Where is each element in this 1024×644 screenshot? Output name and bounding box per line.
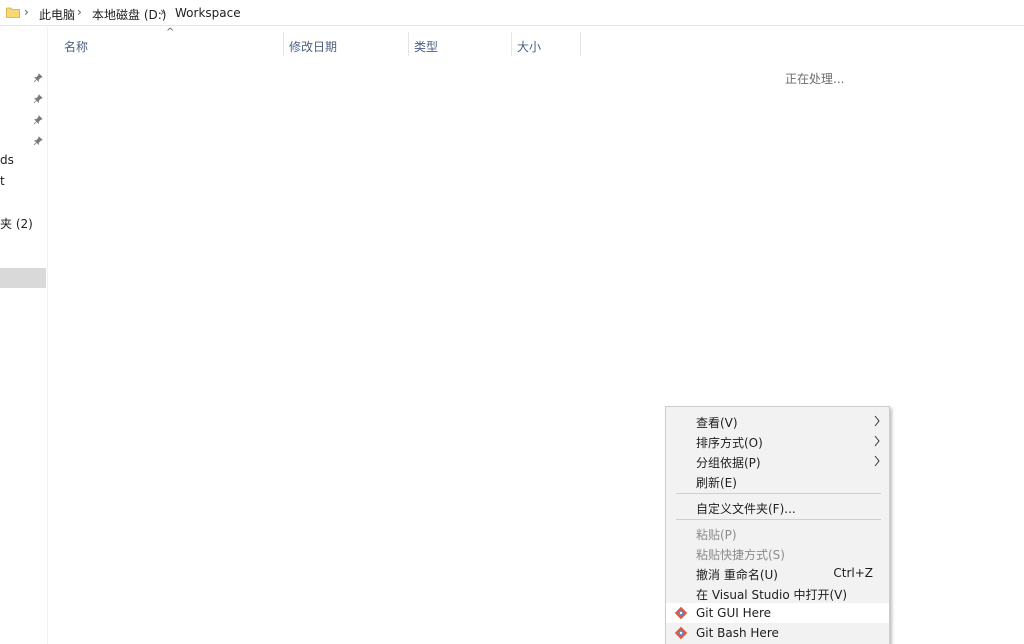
menu-item-customize-folder[interactable]: 自定义文件夹(F)... — [666, 497, 889, 517]
menu-item-git-gui-here[interactable]: Git GUI Here — [666, 603, 889, 623]
column-header-type[interactable]: 类型 — [414, 38, 438, 55]
navigation-pane: ds t 夹 (2) — [0, 27, 48, 644]
menu-item-paste-shortcut: 粘贴快捷方式(S) — [666, 543, 889, 563]
menu-item-label: 粘贴快捷方式(S) — [696, 548, 785, 562]
menu-item-paste: 粘贴(P) — [666, 523, 889, 543]
menu-item-label: 粘贴(P) — [696, 528, 737, 542]
menu-item-refresh[interactable]: 刷新(E) — [666, 471, 889, 491]
menu-separator — [676, 519, 881, 520]
git-icon — [674, 626, 688, 640]
chevron-right-icon — [874, 415, 880, 427]
sort-ascending-icon: ^ — [166, 27, 175, 38]
nav-item-selected[interactable] — [0, 268, 46, 288]
column-divider[interactable] — [283, 32, 284, 56]
pin-icon[interactable] — [33, 94, 43, 104]
menu-item-label: 在 Visual Studio 中打开(V) — [696, 588, 848, 602]
column-divider[interactable] — [408, 32, 409, 56]
menu-item-view[interactable]: 查看(V) — [666, 411, 889, 431]
chevron-right-icon — [874, 435, 880, 447]
menu-item-label: Git Bash Here — [696, 626, 779, 640]
context-menu: 查看(V) 排序方式(O) 分组依据(P) 刷新(E) 自定义文件夹(F)...… — [665, 406, 890, 644]
breadcrumb-local-disk[interactable]: 本地磁盘 (D:) — [92, 6, 166, 23]
chevron-right-icon[interactable]: › — [77, 5, 82, 19]
column-header-name[interactable]: 名称 — [64, 38, 88, 55]
pin-icon[interactable] — [33, 115, 43, 125]
breadcrumb-workspace[interactable]: Workspace — [175, 6, 241, 20]
nav-item-documents[interactable]: t — [0, 174, 5, 188]
pin-icon[interactable] — [33, 73, 43, 83]
menu-item-label: 自定义文件夹(F)... — [696, 502, 796, 516]
menu-item-group-by[interactable]: 分组依据(P) — [666, 451, 889, 471]
column-header-modified[interactable]: 修改日期 — [289, 38, 337, 55]
address-bar[interactable]: › 此电脑 › 本地磁盘 (D:) › Workspace — [0, 0, 1024, 26]
menu-item-label: Git GUI Here — [696, 606, 772, 620]
menu-item-label: 刷新(E) — [696, 476, 737, 490]
file-explorer-window: › 此电脑 › 本地磁盘 (D:) › Workspace ds t 夹 (2)… — [0, 0, 1024, 644]
column-header-size[interactable]: 大小 — [517, 38, 541, 55]
git-icon — [674, 606, 688, 620]
menu-item-open-in-visual-studio[interactable]: 在 Visual Studio 中打开(V) — [666, 583, 889, 603]
menu-item-undo-rename[interactable]: 撤消 重命名(U) Ctrl+Z — [666, 563, 889, 583]
nav-item-folder[interactable]: 夹 (2) — [0, 215, 33, 232]
chevron-right-icon[interactable]: › — [24, 5, 29, 19]
column-divider[interactable] — [580, 32, 581, 56]
nav-item-downloads[interactable]: ds — [0, 153, 14, 167]
menu-item-shortcut: Ctrl+Z — [833, 566, 873, 580]
menu-item-git-bash-here[interactable]: Git Bash Here — [666, 623, 889, 643]
column-divider[interactable] — [511, 32, 512, 56]
menu-item-label: 查看(V) — [696, 416, 738, 430]
chevron-right-icon — [874, 455, 880, 467]
menu-separator — [676, 493, 881, 494]
menu-item-sort-by[interactable]: 排序方式(O) — [666, 431, 889, 451]
folder-icon — [6, 7, 20, 18]
menu-item-label: 排序方式(O) — [696, 436, 763, 450]
processing-status: 正在处理... — [785, 72, 845, 86]
menu-item-label: 分组依据(P) — [696, 456, 761, 470]
breadcrumb-this-pc[interactable]: 此电脑 — [39, 6, 75, 23]
chevron-right-icon[interactable]: › — [160, 5, 165, 19]
menu-item-label: 撤消 重命名(U) — [696, 568, 778, 582]
pin-icon[interactable] — [33, 136, 43, 146]
